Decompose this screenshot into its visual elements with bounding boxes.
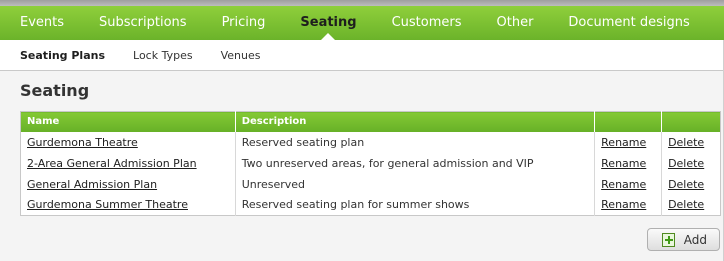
table-header-row: Name Description [20,111,721,132]
active-tab-pointer [320,33,335,40]
column-header-description[interactable]: Description [235,111,596,132]
column-header-name[interactable]: Name [20,111,236,132]
delete-link[interactable]: Delete [668,178,704,191]
table-row: 2-Area General Admission Plan Two unrese… [20,152,721,174]
sub-nav: Seating Plans Lock Types Venues [0,40,724,71]
add-button-wrap: Add [646,228,720,251]
table-row: Gurdemona Theatre Reserved seating plan … [20,131,721,153]
plan-name-link[interactable]: Gurdemona Summer Theatre [27,198,188,211]
nav-item-customers[interactable]: Customers [374,6,479,40]
rename-link[interactable]: Rename [601,136,646,149]
nav-item-subscriptions[interactable]: Subscriptions [81,6,204,40]
table-row: Gurdemona Summer Theatre Reserved seatin… [20,194,721,216]
main-content: Seating Name Description Gurdemona Theat… [0,81,724,216]
add-button[interactable]: Add [646,228,720,251]
subnav-item-seating-plans[interactable]: Seating Plans [20,49,105,62]
rename-link[interactable]: Rename [601,157,646,170]
plan-description: Two unreserved areas, for general admiss… [235,152,596,174]
table-row: General Admission Plan Unreserved Rename… [20,173,721,195]
rename-link[interactable]: Rename [601,178,646,191]
plan-name-link[interactable]: Gurdemona Theatre [27,136,138,149]
delete-link[interactable]: Delete [668,157,704,170]
page-title: Seating [20,81,90,100]
nav-item-pricing[interactable]: Pricing [204,6,283,40]
nav-item-other[interactable]: Other [479,6,551,40]
subnav-item-venues[interactable]: Venues [221,49,261,62]
nav-item-document-designs[interactable]: Document designs [550,6,706,40]
column-header-rename [594,111,663,132]
plan-description: Reserved seating plan for summer shows [235,194,596,216]
nav-item-seating[interactable]: Seating [282,6,373,40]
rename-link[interactable]: Rename [601,198,646,211]
plan-name-link[interactable]: 2-Area General Admission Plan [27,157,197,170]
main-nav: Events Subscriptions Pricing Seating Cus… [0,6,724,40]
plan-name-link[interactable]: General Admission Plan [27,178,157,191]
column-header-delete [661,111,721,132]
delete-link[interactable]: Delete [668,198,704,211]
add-button-label: Add [683,232,707,247]
seating-plans-table: Name Description Gurdemona Theatre Reser… [20,111,721,216]
plan-description: Reserved seating plan [235,131,596,153]
nav-item-seating-label: Seating [300,15,357,30]
plan-description: Unreserved [235,173,596,195]
plus-icon [661,232,675,247]
delete-link[interactable]: Delete [668,136,704,149]
nav-item-events[interactable]: Events [2,6,81,40]
subnav-item-lock-types[interactable]: Lock Types [133,49,193,62]
